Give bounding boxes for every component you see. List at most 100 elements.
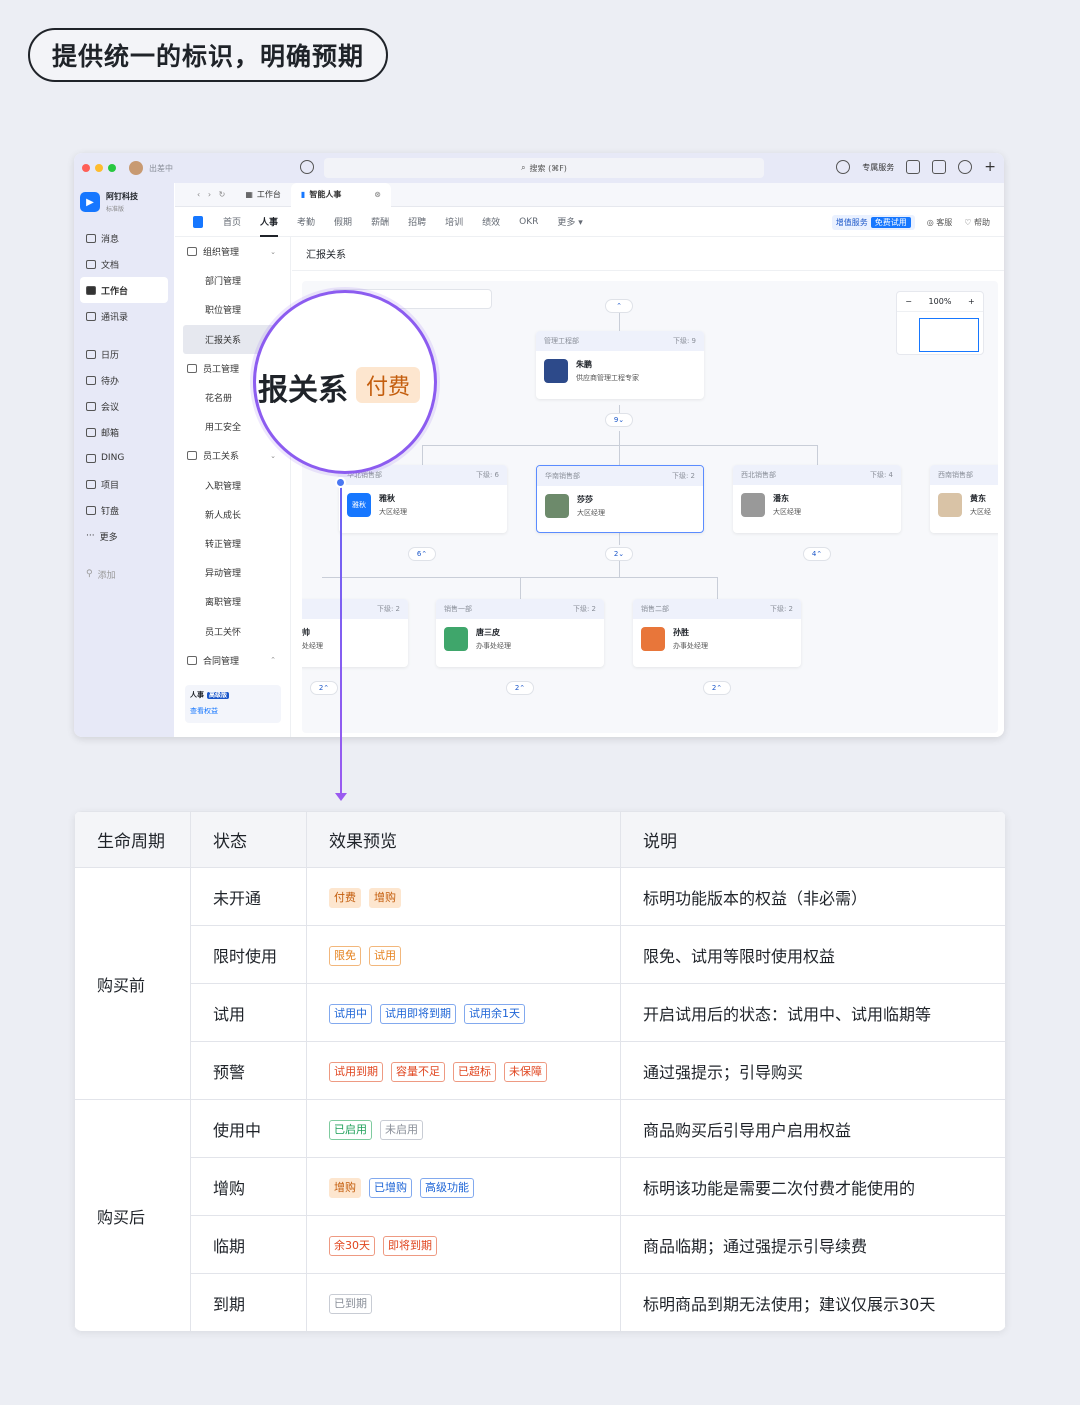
sidebar-item-mail[interactable]: 邮箱 [80, 419, 168, 445]
menu-attendance[interactable]: 考勤 [297, 215, 315, 228]
status-tag: 试用 [369, 945, 401, 966]
preview-cell: 试用到期 容量不足 已超标 未保障 [306, 1041, 621, 1100]
ai-icon[interactable] [906, 160, 921, 174]
org-card-south[interactable]: 华南销售部 下级: 2 莎莎 大区经理 [536, 465, 704, 533]
global-search[interactable]: ⌕ 搜索 (⌘F) [324, 158, 764, 178]
sidebar-item-messages[interactable]: 消息 [80, 225, 168, 251]
sidebar-item-workspace[interactable]: 工作台 [80, 277, 168, 303]
expand-count-team-left[interactable]: 2 ⌃ [310, 681, 338, 695]
menu-personnel[interactable]: 人事 [260, 215, 279, 237]
sub-item-dept[interactable]: 部门管理 [175, 266, 290, 295]
sub-item-care[interactable]: 员工关怀 [175, 616, 290, 645]
sidebar-item-drive[interactable]: 钉盘 [80, 497, 168, 523]
back-icon[interactable]: ‹ › ↻ [187, 183, 235, 207]
sub-group-org[interactable]: 组织管理 ⌄ [175, 237, 290, 266]
call-icon[interactable] [958, 160, 973, 174]
menu-performance[interactable]: 绩效 [482, 215, 500, 228]
zoom-level: 100% [928, 297, 952, 306]
tab-smart-hr[interactable]: ▮ 智能人事 ⊗ [290, 182, 391, 207]
user-avatar[interactable] [129, 161, 143, 175]
status-tag: 高级功能 [420, 1177, 474, 1198]
sub-item-transfer[interactable]: 异动管理 [175, 558, 290, 587]
sidebar-item-docs[interactable]: 文档 [80, 251, 168, 277]
expand-count-north[interactable]: 6 ⌃ [408, 547, 436, 561]
org-switcher[interactable]: ▶ 阿钉科技 标准版 [74, 183, 174, 221]
content-title: 汇报关系 [292, 237, 1004, 271]
zoom-out-button[interactable]: − [905, 297, 912, 306]
header-state: 状态 [190, 811, 307, 868]
expand-count-sales-1[interactable]: 2 ⌃ [506, 681, 534, 695]
view-benefits-link[interactable]: 查看权益 [190, 706, 276, 716]
org-card-north[interactable]: 华北销售部 下级: 6 雅秋 雅秋 大区经理 [339, 465, 507, 533]
sub-item-regular[interactable]: 转正管理 [175, 529, 290, 558]
tab-workspace[interactable]: ▦ 工作台 [235, 183, 291, 207]
sub-group-contract[interactable]: 合同管理 ⌃ [175, 646, 290, 675]
minimize-window-button[interactable] [95, 164, 103, 172]
sidebar-item-ding[interactable]: DING [80, 445, 168, 471]
expand-count-northwest[interactable]: 4 ⌃ [803, 547, 831, 561]
status-tag: 已到期 [329, 1293, 372, 1314]
hr-logo-icon [193, 215, 203, 228]
sub-group-relations[interactable]: 员工关系 ⌄ [175, 441, 290, 470]
sub-item-position[interactable]: 职位管理 [175, 295, 290, 324]
value-added-service[interactable]: 增值服务 免费试用 [831, 215, 915, 230]
table-header-row: 生命周期 状态 效果预览 说明 [74, 811, 1006, 868]
org-card-sales-2[interactable]: 销售二部 下级: 2 孙胜 办事处经理 [633, 599, 801, 667]
state-cell: 到期 [190, 1273, 307, 1331]
pointer-dot [335, 477, 346, 488]
free-trial-badge[interactable]: 免费试用 [870, 217, 911, 228]
org-card-northwest[interactable]: 西北销售部 下级: 4 潘东 大区经理 [733, 465, 901, 533]
state-cell: 临期 [190, 1215, 307, 1274]
org-card-root[interactable]: 管理工程部 下级: 9 朱鹏 供应商管理工程专家 [536, 331, 704, 399]
sidebar-item-project[interactable]: 项目 [80, 471, 168, 497]
sidebar-item-calendar[interactable]: 日历 [80, 341, 168, 367]
screen-icon[interactable] [932, 160, 947, 174]
expand-count-root[interactable]: 9 ⌄ [605, 413, 633, 427]
org-card-team-left[interactable]: 下级: 2 帅处经理 [302, 599, 408, 667]
upload-icon[interactable] [836, 160, 851, 174]
calendar-icon [86, 349, 96, 359]
upsell-card[interactable]: 人事 高级版 查看权益 [185, 685, 281, 723]
expand-up-button[interactable]: ⌃ [605, 299, 633, 313]
sub-item-onboarding[interactable]: 入职管理 [175, 471, 290, 500]
org-card-sales-1[interactable]: 销售一部 下级: 2 唐三皮 办事处经理 [436, 599, 604, 667]
minimap-viewport[interactable] [919, 318, 979, 352]
sidebar-item-more[interactable]: ··· 更多 [80, 523, 168, 549]
menu-home[interactable]: 首页 [223, 215, 241, 228]
preview-cell: 付费 增购 [306, 867, 621, 926]
maximize-window-button[interactable] [108, 164, 116, 172]
description-cell: 商品购买后引导用户启用权益 [620, 1099, 1006, 1158]
state-cell: 限时使用 [190, 925, 307, 984]
menu-okr[interactable]: OKR [519, 217, 538, 227]
sub-item-growth[interactable]: 新人成长 [175, 500, 290, 529]
menu-recruit[interactable]: 招聘 [408, 215, 426, 228]
sidebar-item-todo[interactable]: 待办 [80, 367, 168, 393]
close-tab-icon[interactable]: ⊗ [374, 190, 381, 199]
state-cell: 试用 [190, 983, 307, 1042]
preview-cell: 已到期 [306, 1273, 621, 1331]
close-window-button[interactable] [82, 164, 90, 172]
sidebar-item-contacts[interactable]: 通讯录 [80, 303, 168, 329]
add-icon[interactable]: + [984, 159, 996, 175]
menu-more[interactable]: 更多 ▾ [557, 215, 582, 228]
menu-training[interactable]: 培训 [445, 215, 463, 228]
expand-count-sales-2[interactable]: 2 ⌃ [703, 681, 731, 695]
zoom-in-button[interactable]: + [968, 297, 975, 306]
exclusive-service-button[interactable]: 专属服务 [862, 162, 894, 173]
sidebar-item-add[interactable]: ⚲ 添加 [80, 561, 168, 587]
history-icon[interactable] [300, 160, 314, 174]
hr-app-icon: ▮ [300, 190, 306, 199]
table-row: 临期 余30天 即将到期 商品临期；通过强提示引导续费 [75, 1215, 1006, 1274]
support-button[interactable]: ◎ 客服 [927, 217, 953, 228]
menu-salary[interactable]: 薪酬 [371, 215, 389, 228]
user-status[interactable]: 出差中 [149, 163, 173, 174]
help-button[interactable]: ♡ 帮助 [964, 217, 990, 228]
description-cell: 通过强提示；引导购买 [620, 1041, 1006, 1100]
status-tag: 增购 [329, 1177, 361, 1198]
sidebar-item-meeting[interactable]: 会议 [80, 393, 168, 419]
expand-count-south[interactable]: 2 ⌄ [605, 547, 633, 561]
employee-icon [187, 363, 197, 373]
org-card-southwest[interactable]: 西南销售部 黄东 大区经 [930, 465, 998, 533]
sub-item-resign[interactable]: 离职管理 [175, 587, 290, 616]
menu-leave[interactable]: 假期 [334, 215, 352, 228]
